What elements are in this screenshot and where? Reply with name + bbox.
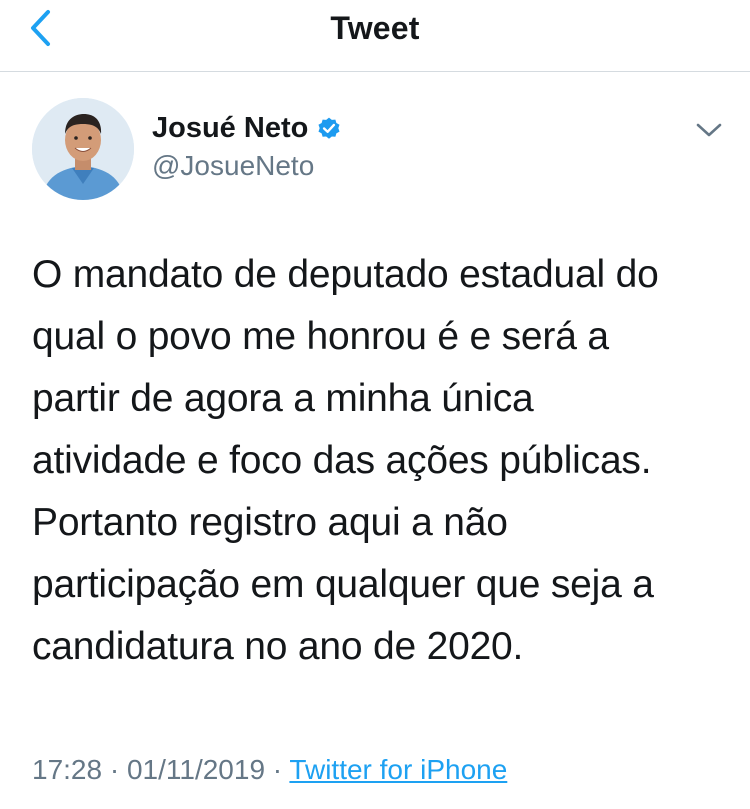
verified-badge-icon [318,117,340,139]
author-name-row: Josué Neto [152,112,342,145]
chevron-down-icon[interactable] [694,118,724,142]
tweet-time: 17:28 [32,754,103,785]
navigation-bar: Tweet [0,0,750,72]
tweet-body-text: O mandato de deputado estadual do qual o… [32,253,659,668]
profile-photo [32,98,134,200]
author-handle[interactable]: @JosueNeto [152,150,314,182]
tweet-metadata: 17:28 · 01/11/2019 · Twitter for iPhone [32,754,507,786]
tweet-source-link[interactable]: Twitter for iPhone [289,754,507,785]
avatar[interactable] [32,98,134,200]
author-display-name[interactable]: Josué Neto [152,112,308,145]
tweet-date: 01/11/2019 [126,754,266,785]
meta-separator: · [102,754,127,785]
meta-separator: · [265,754,290,785]
tweet-author-header: Josué Neto @JosueNeto [0,72,750,212]
page-title: Tweet [330,10,420,46]
